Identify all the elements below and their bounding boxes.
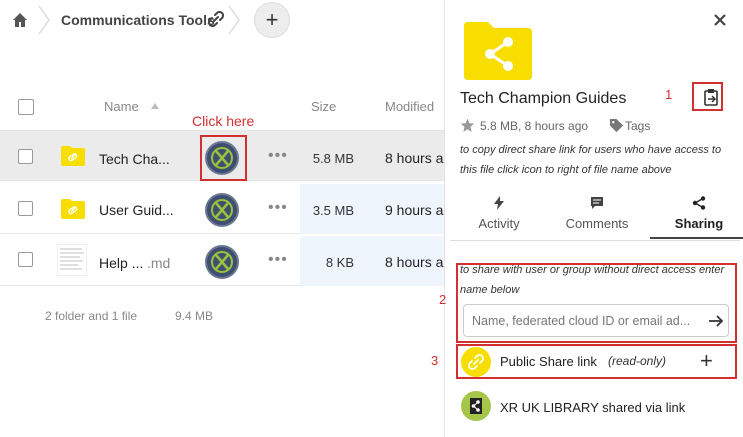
home-icon[interactable] [12, 12, 28, 28]
file-meta: 5.8 MB, 8 hours ago [480, 119, 589, 133]
arrow-right-icon[interactable] [708, 313, 724, 329]
table-row[interactable]: User Guid... ••• 3.5 MB 9 hours ago [0, 184, 459, 234]
file-size: 8 KB [325, 255, 354, 270]
tab-label: Sharing [674, 216, 724, 231]
file-name[interactable]: User Guid... [99, 202, 174, 218]
public-link-icon [461, 347, 491, 377]
tabs-divider [450, 240, 740, 241]
shared-folder-icon [464, 22, 532, 80]
document-thumbnail-icon [57, 244, 87, 276]
file-name[interactable]: Help ... [99, 255, 143, 271]
public-link-note: (read-only) [608, 354, 667, 368]
tags-label[interactable]: Tags [625, 119, 650, 133]
star-icon[interactable] [460, 118, 475, 133]
close-icon[interactable] [710, 10, 730, 30]
row-checkbox[interactable] [18, 201, 33, 216]
file-extension: .md [147, 255, 171, 271]
share-icon [692, 196, 706, 210]
new-button[interactable]: + [254, 2, 290, 38]
tab-activity[interactable]: Activity [450, 196, 548, 231]
details-sidebar: Tech Champion Guides 1 5.8 MB, 8 hours a… [431, 0, 743, 437]
avatar[interactable] [205, 245, 239, 279]
file-name[interactable]: Tech Cha... [99, 151, 170, 167]
more-actions-icon[interactable]: ••• [268, 147, 288, 165]
tag-icon[interactable] [609, 118, 624, 133]
avatar[interactable] [205, 193, 239, 227]
annotation-number-3: 3 [431, 353, 439, 368]
add-public-link-icon[interactable]: + [700, 348, 713, 374]
breadcrumb-separator-icon [228, 6, 240, 34]
sort-asc-icon [151, 103, 159, 109]
share-search-field[interactable] [463, 304, 729, 337]
tab-comments[interactable]: Comments [548, 196, 646, 231]
breadcrumb-folder[interactable]: Communications Tools [61, 12, 215, 28]
table-row[interactable]: Help ... .md ••• 8 KB 8 hours ago [0, 236, 459, 286]
plus-icon: + [265, 7, 279, 32]
library-share-icon [461, 391, 491, 421]
shared-folder-icon [61, 199, 85, 219]
sidebar-file-title: Tech Champion Guides [460, 90, 627, 107]
share-user-hint: to share with user or group without dire… [460, 264, 725, 296]
column-size[interactable]: Size [311, 99, 336, 114]
tab-sharing[interactable]: Sharing [650, 196, 743, 239]
more-actions-icon[interactable]: ••• [268, 251, 288, 269]
avatar-highlight-box [200, 135, 247, 181]
more-actions-icon[interactable]: ••• [268, 199, 288, 217]
shared-folder-icon [61, 146, 85, 166]
public-link-label[interactable]: Public Share link [500, 354, 597, 369]
file-size: 3.5 MB [312, 203, 354, 218]
copy-link-hint: to copy direct share link for users who … [460, 144, 722, 176]
tab-label: Comments [565, 216, 629, 231]
share-search-input[interactable] [464, 305, 694, 336]
copy-link-highlight-box [692, 82, 723, 111]
click-here-annotation: Click here [192, 113, 255, 129]
tab-label: Activity [478, 216, 520, 231]
lightning-icon [494, 196, 504, 210]
summary-size: 9.4 MB [175, 309, 214, 323]
column-name[interactable]: Name [104, 99, 139, 114]
file-size: 5.8 MB [312, 151, 354, 166]
select-all-checkbox[interactable] [18, 99, 34, 115]
breadcrumb-separator-icon [38, 6, 50, 34]
comment-icon [591, 197, 603, 209]
column-modified[interactable]: Modified [385, 99, 434, 114]
row-checkbox[interactable] [18, 149, 33, 164]
link-icon[interactable] [207, 10, 225, 28]
library-share-label: XR UK LIBRARY shared via link [500, 400, 686, 415]
summary-counts: 2 folder and 1 file [45, 309, 138, 323]
row-checkbox[interactable] [18, 252, 33, 267]
annotation-number-2: 2 [439, 292, 447, 307]
annotation-number-1: 1 [665, 87, 673, 102]
